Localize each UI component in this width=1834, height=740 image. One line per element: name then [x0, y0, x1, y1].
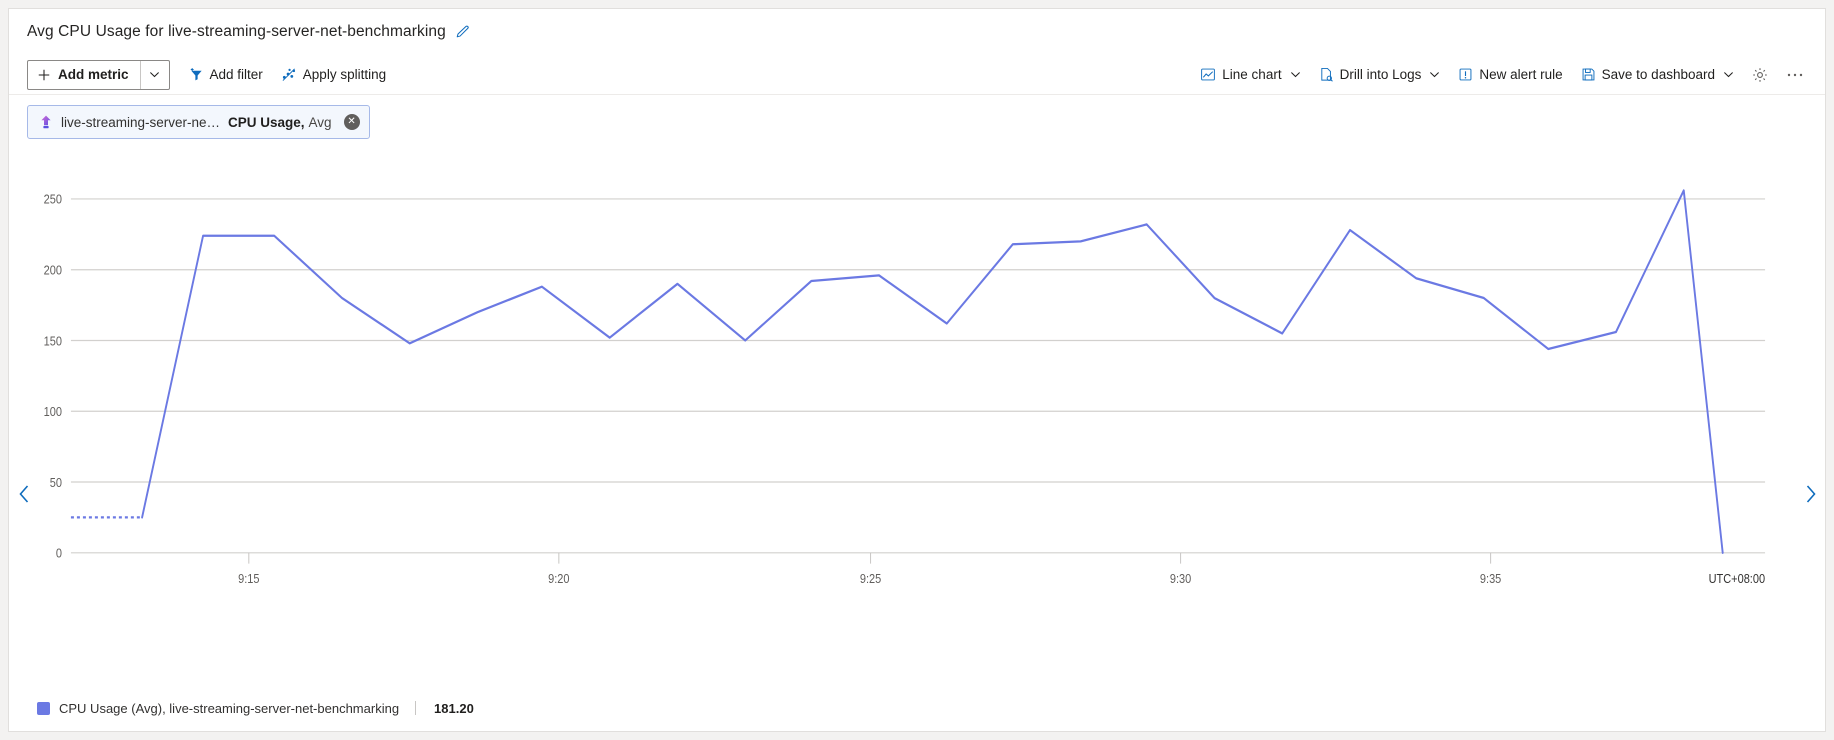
add-metric-group: Add metric: [27, 59, 170, 90]
legend-separator: [415, 701, 417, 715]
legend-series-value: 181.20: [434, 700, 474, 716]
chart-settings-button[interactable]: [1743, 61, 1777, 89]
metrics-chart-card: Avg CPU Usage for live-streaming-server-…: [8, 8, 1826, 732]
svg-text:50: 50: [50, 475, 62, 490]
svg-text:9:30: 9:30: [1170, 571, 1192, 586]
svg-text:0: 0: [56, 546, 62, 561]
chart-toolbar: Add metric Add filter Apply splitting Li…: [9, 55, 1825, 95]
svg-text:100: 100: [44, 404, 63, 419]
save-to-dashboard-button[interactable]: Save to dashboard: [1572, 61, 1743, 89]
filter-plus-icon: [189, 67, 204, 82]
add-metric-label: Add metric: [58, 67, 129, 82]
legend-item[interactable]: CPU Usage (Avg), live-streaming-server-n…: [37, 701, 474, 716]
legend-color-swatch: [37, 701, 50, 715]
add-filter-label: Add filter: [209, 67, 263, 82]
metrics-explorer-screen: Avg CPU Usage for live-streaming-server-…: [0, 0, 1834, 740]
svg-text:9:35: 9:35: [1480, 571, 1502, 586]
save-to-dashboard-label: Save to dashboard: [1601, 67, 1715, 82]
chevron-down-icon: [1429, 69, 1440, 80]
line-chart-label: Line chart: [1222, 67, 1282, 82]
svg-text:9:15: 9:15: [238, 571, 260, 586]
chevron-down-icon: [149, 69, 160, 80]
metric-chip-metric: CPU Usage,: [228, 114, 305, 130]
chart-gridlines: [70, 198, 1766, 554]
chart-title-row: Avg CPU Usage for live-streaming-server-…: [9, 9, 1825, 55]
ellipsis-icon: [1786, 72, 1804, 78]
line-chart-icon: [1200, 67, 1216, 82]
azure-resource-icon: [38, 114, 54, 130]
chart-plot-area: 0 50 100 150 200 250 9:15 9:20 9:25 9:30 9:35 UTC…: [9, 149, 1825, 685]
close-icon[interactable]: ✕: [343, 114, 360, 130]
svg-text:9:25: 9:25: [860, 571, 882, 586]
drill-into-logs-label: Drill into Logs: [1339, 67, 1422, 82]
add-filter-button[interactable]: Add filter: [180, 61, 272, 89]
metric-chip-row: live-streaming-server-net-... CPU Usage,…: [9, 95, 1825, 149]
apply-splitting-label: Apply splitting: [302, 67, 387, 82]
chart-y-axis-labels: 0 50 100 150 200 250: [44, 192, 63, 561]
line-chart-button[interactable]: Line chart: [1191, 61, 1309, 89]
chevron-down-icon: [1290, 69, 1301, 80]
chevron-down-icon: [1723, 69, 1734, 80]
chart-x-axis-ticks: [248, 552, 1492, 564]
chart-timezone-label: UTC+08:00: [1709, 571, 1766, 586]
chart-legend: CPU Usage (Avg), live-streaming-server-n…: [9, 685, 1825, 731]
new-alert-rule-label: New alert rule: [1479, 67, 1563, 82]
alert-bell-icon: [1458, 67, 1473, 82]
metric-chip-resource: live-streaming-server-net-...: [61, 114, 221, 130]
chart-series-line: [70, 189, 1724, 554]
metric-chip-aggregation: Avg: [308, 114, 332, 130]
splitting-icon: [281, 67, 297, 82]
drill-into-logs-button[interactable]: Drill into Logs: [1310, 61, 1450, 89]
logs-document-icon: [1319, 67, 1334, 82]
save-disk-icon: [1581, 67, 1596, 82]
chart-previous-button[interactable]: [13, 479, 35, 509]
apply-splitting-button[interactable]: Apply splitting: [272, 61, 395, 89]
add-metric-dropdown-button[interactable]: [139, 60, 169, 89]
new-alert-rule-button[interactable]: New alert rule: [1449, 61, 1571, 89]
svg-text:250: 250: [44, 192, 63, 207]
metrics-line-chart[interactable]: 0 50 100 150 200 250 9:15 9:20 9:25 9:30 9:35 UTC…: [9, 149, 1825, 685]
svg-text:9:20: 9:20: [548, 571, 570, 586]
svg-text:150: 150: [44, 333, 63, 348]
chart-x-axis-labels: 9:15 9:20 9:25 9:30 9:35: [238, 571, 1501, 586]
legend-series-label: CPU Usage (Avg), live-streaming-server-n…: [59, 700, 400, 716]
metric-chip[interactable]: live-streaming-server-net-... CPU Usage,…: [27, 105, 370, 139]
add-metric-button[interactable]: Add metric: [28, 61, 140, 89]
toolbar-left-group: Add metric Add filter Apply splitting: [27, 59, 395, 90]
page-title: Avg CPU Usage for live-streaming-server-…: [27, 23, 446, 40]
svg-text:200: 200: [44, 263, 63, 278]
chart-next-button[interactable]: [1799, 479, 1821, 509]
toolbar-right-group: Line chart Drill into Logs New alert rul…: [1191, 61, 1813, 89]
gear-icon: [1752, 67, 1768, 83]
plus-icon: [37, 68, 51, 82]
more-options-button[interactable]: [1777, 61, 1813, 89]
pencil-icon[interactable]: [455, 25, 470, 40]
